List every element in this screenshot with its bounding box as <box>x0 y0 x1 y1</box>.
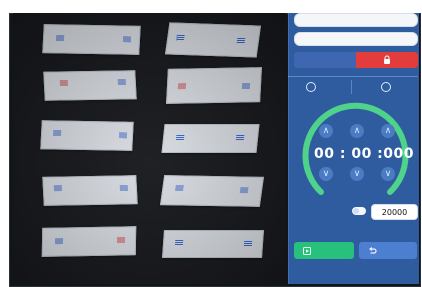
reset-button[interactable] <box>359 242 417 259</box>
count-field[interactable]: 20000 <box>371 204 418 220</box>
sample-mark <box>122 36 132 43</box>
sample-mark <box>243 241 253 247</box>
sample-mark <box>59 80 69 87</box>
sample-card-5 <box>40 120 134 151</box>
timer-display: 00 : 00 :000 <box>314 146 415 162</box>
sample-mark <box>174 240 184 246</box>
lock-icon <box>382 55 392 65</box>
sample-mark <box>116 237 126 244</box>
sample-mark <box>52 130 62 137</box>
camera-view <box>13 13 286 284</box>
blue-action-button[interactable] <box>294 52 356 68</box>
sample-card-2 <box>164 22 262 58</box>
segment-separator <box>351 80 352 94</box>
sample-mark <box>54 238 64 245</box>
sample-mark <box>236 37 246 45</box>
mode-toggle[interactable] <box>352 207 366 215</box>
sample-card-10 <box>162 230 264 258</box>
sample-card-8 <box>160 175 264 207</box>
text-input-1[interactable] <box>294 13 418 27</box>
sample-mark <box>118 132 128 139</box>
panel-divider <box>288 76 418 77</box>
undo-icon <box>367 246 377 256</box>
start-button[interactable] <box>294 242 354 259</box>
minutes-down-button[interactable]: ∨ <box>350 167 364 181</box>
start-icon <box>302 246 312 256</box>
sample-mark <box>117 79 126 86</box>
sample-mark <box>55 35 65 42</box>
sample-mark <box>175 34 185 41</box>
sample-card-4 <box>166 67 262 104</box>
sample-card-7 <box>42 175 138 206</box>
sample-card-6 <box>161 124 260 153</box>
text-input-2[interactable] <box>294 32 418 46</box>
red-action-button[interactable] <box>356 52 418 68</box>
sample-mark <box>53 185 63 192</box>
clock-icon[interactable] <box>306 82 316 92</box>
sample-mark <box>119 185 129 192</box>
sample-card-1 <box>42 24 141 55</box>
sample-mark <box>239 187 249 194</box>
sample-mark <box>175 135 185 141</box>
sample-mark <box>177 83 187 90</box>
sample-mark <box>235 135 245 141</box>
timer-icon[interactable] <box>381 82 391 92</box>
minutes-up-button[interactable]: ∧ <box>350 124 364 138</box>
sample-card-3 <box>43 70 137 101</box>
sample-mark <box>241 83 251 90</box>
action-bar <box>294 52 418 68</box>
hours-up-button[interactable]: ∧ <box>319 124 333 138</box>
milliseconds-down-button[interactable]: ∨ <box>381 167 395 181</box>
sample-mark <box>174 185 184 192</box>
hours-down-button[interactable]: ∨ <box>319 167 333 181</box>
milliseconds-up-button[interactable]: ∧ <box>381 124 395 138</box>
sample-card-9 <box>41 226 137 257</box>
